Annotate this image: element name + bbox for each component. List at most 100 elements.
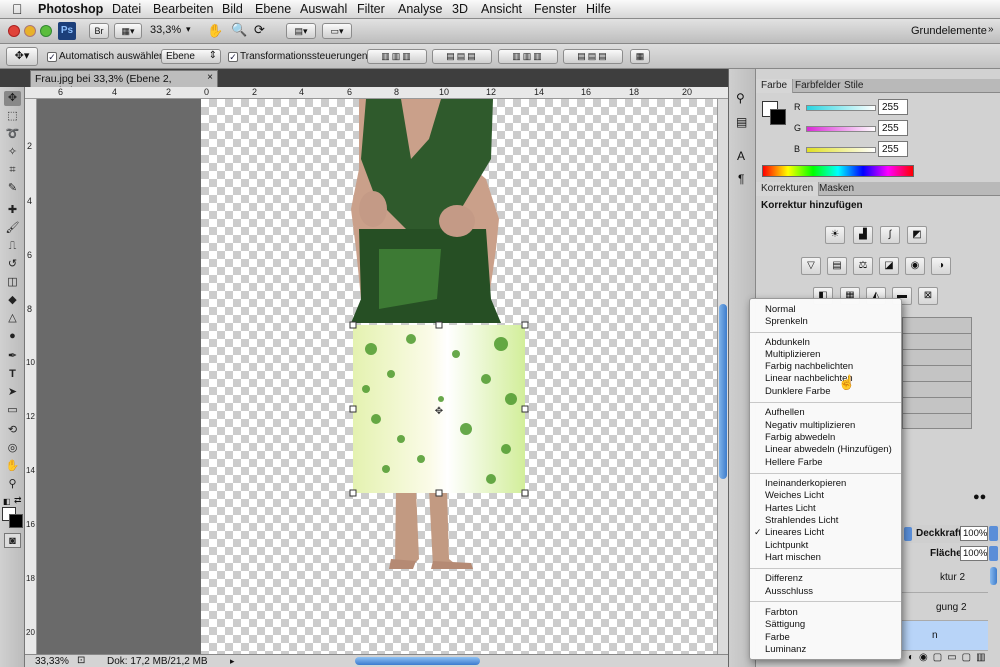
blend-option-multiplizieren[interactable]: Multiplizieren xyxy=(765,349,820,360)
opacity-input[interactable]: 100% xyxy=(960,526,988,541)
marquee-tool-icon[interactable]: ⬚ xyxy=(4,109,21,124)
tab-farbfelder[interactable]: Farbfelder xyxy=(790,79,846,93)
menu-ebene[interactable]: Ebene xyxy=(255,2,291,16)
app-menu[interactable]: Photoshop xyxy=(38,2,103,16)
hand-tool-icon[interactable]: ✋ xyxy=(207,23,223,39)
blend-option-strahlendes-licht[interactable]: Strahlendes Licht xyxy=(765,515,838,526)
menu-filter[interactable]: Filter xyxy=(357,2,385,16)
menu-fenster[interactable]: Fenster xyxy=(534,2,576,16)
eyedropper-icon[interactable]: ✎ xyxy=(4,181,21,196)
g-slider[interactable] xyxy=(806,126,876,132)
default-colors-icon[interactable]: ◧ xyxy=(3,497,11,506)
align-buttons-2[interactable]: ▤▤▤ xyxy=(432,49,492,64)
auto-align-button[interactable]: ▦ xyxy=(630,49,650,64)
rotate-view-icon[interactable]: ⟳ xyxy=(254,22,265,38)
menu-3d[interactable]: 3D xyxy=(452,2,468,16)
blend-option-aufhellen[interactable]: Aufhellen xyxy=(765,407,805,418)
black-white-icon[interactable]: ◪ xyxy=(879,257,899,275)
vertical-scrollbar[interactable] xyxy=(717,99,728,654)
tab-masken[interactable]: Masken xyxy=(814,182,859,196)
rectangle-tool-icon[interactable]: ▭ xyxy=(4,403,21,418)
brightness-icon[interactable]: ☀ xyxy=(825,226,845,244)
fill-dropdown[interactable] xyxy=(989,546,998,561)
blend-option-hartes-licht[interactable]: Hartes Licht xyxy=(765,503,816,514)
menu-hilfe[interactable]: Hilfe xyxy=(586,2,611,16)
arrange-documents-button[interactable]: ▤▾ xyxy=(286,23,316,39)
layer-actions-bar[interactable]: ◐◉▢▭▢▥ xyxy=(902,652,1000,666)
eraser-icon[interactable]: ◫ xyxy=(4,275,21,290)
align-buttons[interactable]: ▥▥▥ xyxy=(367,49,427,64)
crop-tool-icon[interactable]: ⌗ xyxy=(4,163,21,178)
paragraph-icon[interactable]: ¶ xyxy=(738,172,744,186)
blend-option-linear-abwedeln[interactable]: Linear abwedeln (Hinzufügen) xyxy=(765,444,892,455)
blend-option-sprenkeln[interactable]: Sprenkeln xyxy=(765,316,808,327)
menu-analyse[interactable]: Analyse xyxy=(398,2,442,16)
workspace-dropdown-icon[interactable]: » xyxy=(988,24,994,35)
actions-icon[interactable]: ▤ xyxy=(736,115,747,129)
auto-select-checkbox[interactable]: ✓ xyxy=(47,52,57,62)
menu-ansicht[interactable]: Ansicht xyxy=(481,2,522,16)
workspace-switcher[interactable]: Grundelemente xyxy=(911,25,987,37)
brush-tool-icon[interactable]: 🖌 xyxy=(4,221,21,236)
curves-icon[interactable]: ∫ xyxy=(880,226,900,244)
path-selection-icon[interactable]: ➤ xyxy=(4,385,21,400)
clone-stamp-icon[interactable]: ⎍ xyxy=(4,239,21,254)
vibrance-icon[interactable]: ▽ xyxy=(801,257,821,275)
menu-bearbeiten[interactable]: Bearbeiten xyxy=(153,2,213,16)
blend-option-farbig-abwedeln[interactable]: Farbig abwedeln xyxy=(765,432,835,443)
distribute-buttons-2[interactable]: ▤▤▤ xyxy=(563,49,623,64)
3d-orbit-icon[interactable]: ◎ xyxy=(4,441,21,456)
blend-option-normal[interactable]: Normal xyxy=(765,304,796,315)
hue-saturation-icon[interactable]: ▤ xyxy=(827,257,847,275)
blend-option-weiches-licht[interactable]: Weiches Licht xyxy=(765,490,824,501)
lasso-tool-icon[interactable]: ➰ xyxy=(4,127,21,142)
blend-option-hart-mischen[interactable]: Hart mischen xyxy=(765,552,821,563)
blend-option-farbton[interactable]: Farbton xyxy=(765,607,798,618)
layer-row[interactable]: ktur 2 xyxy=(902,563,988,593)
adjustment-presets-list[interactable] xyxy=(902,317,972,429)
levels-icon[interactable]: ▟ xyxy=(853,226,873,244)
document-tab[interactable]: Frau.jpg bei 33,3% (Ebene 2, RGB/8*) * × xyxy=(30,70,218,97)
blend-option-ausschluss[interactable]: Ausschluss xyxy=(765,586,813,597)
menu-datei[interactable]: Datei xyxy=(112,2,141,16)
status-arrow-icon[interactable]: ▸ xyxy=(230,656,235,667)
healing-brush-icon[interactable]: ✚ xyxy=(4,203,21,218)
blend-option-lineares-licht[interactable]: Lineares Licht xyxy=(765,527,824,538)
blend-option-saettigung[interactable]: Sättigung xyxy=(765,619,805,630)
channel-mixer-icon[interactable]: ◑ xyxy=(931,257,951,275)
hand-tool-icon[interactable]: ✋ xyxy=(4,459,21,474)
b-value[interactable]: 255 xyxy=(878,141,908,157)
blend-option-luminanz[interactable]: Luminanz xyxy=(765,644,806,655)
blend-option-farbig-nachbelichten[interactable]: Farbig nachbelichten xyxy=(765,361,853,372)
transform-controls-checkbox[interactable]: ✓ xyxy=(228,52,238,62)
blend-option-hellere-farbe[interactable]: Hellere Farbe xyxy=(765,457,823,468)
menu-bild[interactable]: Bild xyxy=(222,2,243,16)
tab-korrekturen[interactable]: Korrekturen xyxy=(756,182,820,196)
tab-farbe[interactable]: Farbe xyxy=(756,79,794,93)
magic-wand-icon[interactable]: ✧ xyxy=(4,145,21,160)
minimize-window-button[interactable] xyxy=(24,25,36,37)
fill-input[interactable]: 100% xyxy=(960,546,988,561)
blend-mode-dropdown[interactable] xyxy=(904,527,912,541)
status-info-icon[interactable]: ⊡ xyxy=(77,655,85,666)
tab-stile[interactable]: Stile xyxy=(839,79,868,93)
paint-bucket-icon[interactable]: ◆ xyxy=(4,293,21,308)
b-slider[interactable] xyxy=(806,147,876,153)
blend-option-farbe[interactable]: Farbe xyxy=(765,632,790,643)
pen-tool-icon[interactable]: ✒ xyxy=(4,349,21,364)
r-slider[interactable] xyxy=(806,105,876,111)
move-tool-icon[interactable]: ✥ xyxy=(4,91,21,106)
bg-color-swatch[interactable] xyxy=(770,109,786,125)
close-tab-icon[interactable]: × xyxy=(207,72,213,83)
blend-option-negativ-multiplizieren[interactable]: Negativ multiplizieren xyxy=(765,420,855,431)
quick-mask-icon[interactable]: ◙ xyxy=(4,533,21,548)
history-brush-icon[interactable]: ↺ xyxy=(4,257,21,272)
extras-button[interactable]: ▦▾ xyxy=(114,23,142,39)
zoom-level[interactable]: 33,3% xyxy=(150,24,181,36)
r-value[interactable]: 255 xyxy=(878,99,908,115)
status-zoom[interactable]: 33,33% xyxy=(35,656,69,667)
menu-auswahl[interactable]: Auswahl xyxy=(300,2,347,16)
zoom-dropdown-icon[interactable]: ▾ xyxy=(186,24,191,35)
layers-scroll-thumb[interactable] xyxy=(990,567,997,585)
selective-color-icon[interactable]: ⊠ xyxy=(918,287,938,305)
